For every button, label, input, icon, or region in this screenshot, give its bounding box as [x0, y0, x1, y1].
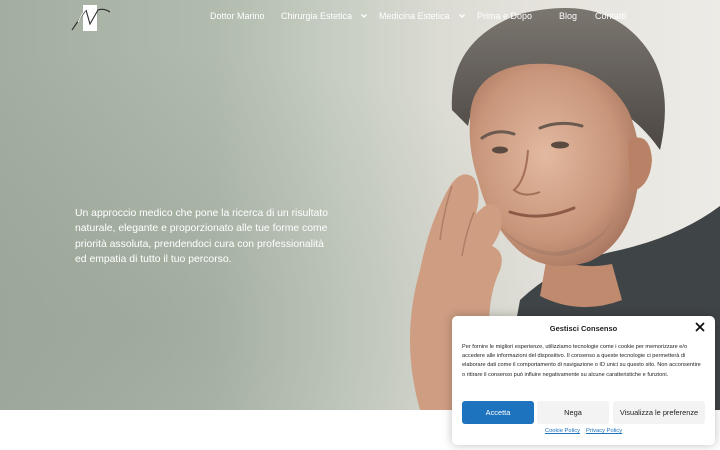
nav-item-label: Medicina Estetica	[379, 11, 450, 21]
nav-item-prima-e-dopo[interactable]: Prima e Dopo	[477, 11, 532, 21]
accept-button[interactable]: Accetta	[462, 401, 534, 424]
cookie-consent-dialog: Gestisci Consenso Per fornire le miglior…	[452, 316, 715, 445]
cookie-title: Gestisci Consenso	[549, 324, 618, 333]
cookie-description: Per fornire le migliori esperienze, util…	[462, 344, 701, 378]
nav-item-medicina-estetica[interactable]: Medicina Estetica	[379, 11, 466, 21]
nav-item-contatti[interactable]: Contatti	[595, 11, 626, 21]
cookie-links: Cookie Policy Privacy Policy	[452, 428, 715, 434]
nav-item-dottor-marino[interactable]: Dottor Marino	[210, 11, 265, 21]
nav-item-label: Prima e Dopo	[477, 11, 533, 21]
chevron-down-icon	[458, 14, 465, 18]
close-icon[interactable]	[695, 322, 705, 332]
privacy-policy-link[interactable]: Privacy Policy	[586, 428, 622, 434]
nav-item-label: Dottor Marino	[210, 11, 265, 21]
nav-item-label: Chirurgia Estetica	[281, 11, 353, 21]
nav-item-label: Blog	[559, 11, 578, 21]
hero-tagline: Un approccio medico che pone la ricerca …	[75, 208, 328, 265]
deny-button[interactable]: Nega	[537, 401, 609, 424]
chevron-down-icon	[361, 14, 368, 18]
nav-item-chirurgia-estetica[interactable]: Chirurgia Estetica	[281, 11, 368, 21]
view-preferences-button[interactable]: Visualizza le preferenze	[613, 401, 705, 424]
nav-item-blog[interactable]: Blog	[559, 11, 577, 21]
nav-item-label: Contatti	[595, 11, 627, 21]
cookie-policy-link[interactable]: Cookie Policy	[545, 428, 580, 434]
main-nav: Dottor Marino Chirurgia Estetica Medicin…	[0, 11, 720, 25]
